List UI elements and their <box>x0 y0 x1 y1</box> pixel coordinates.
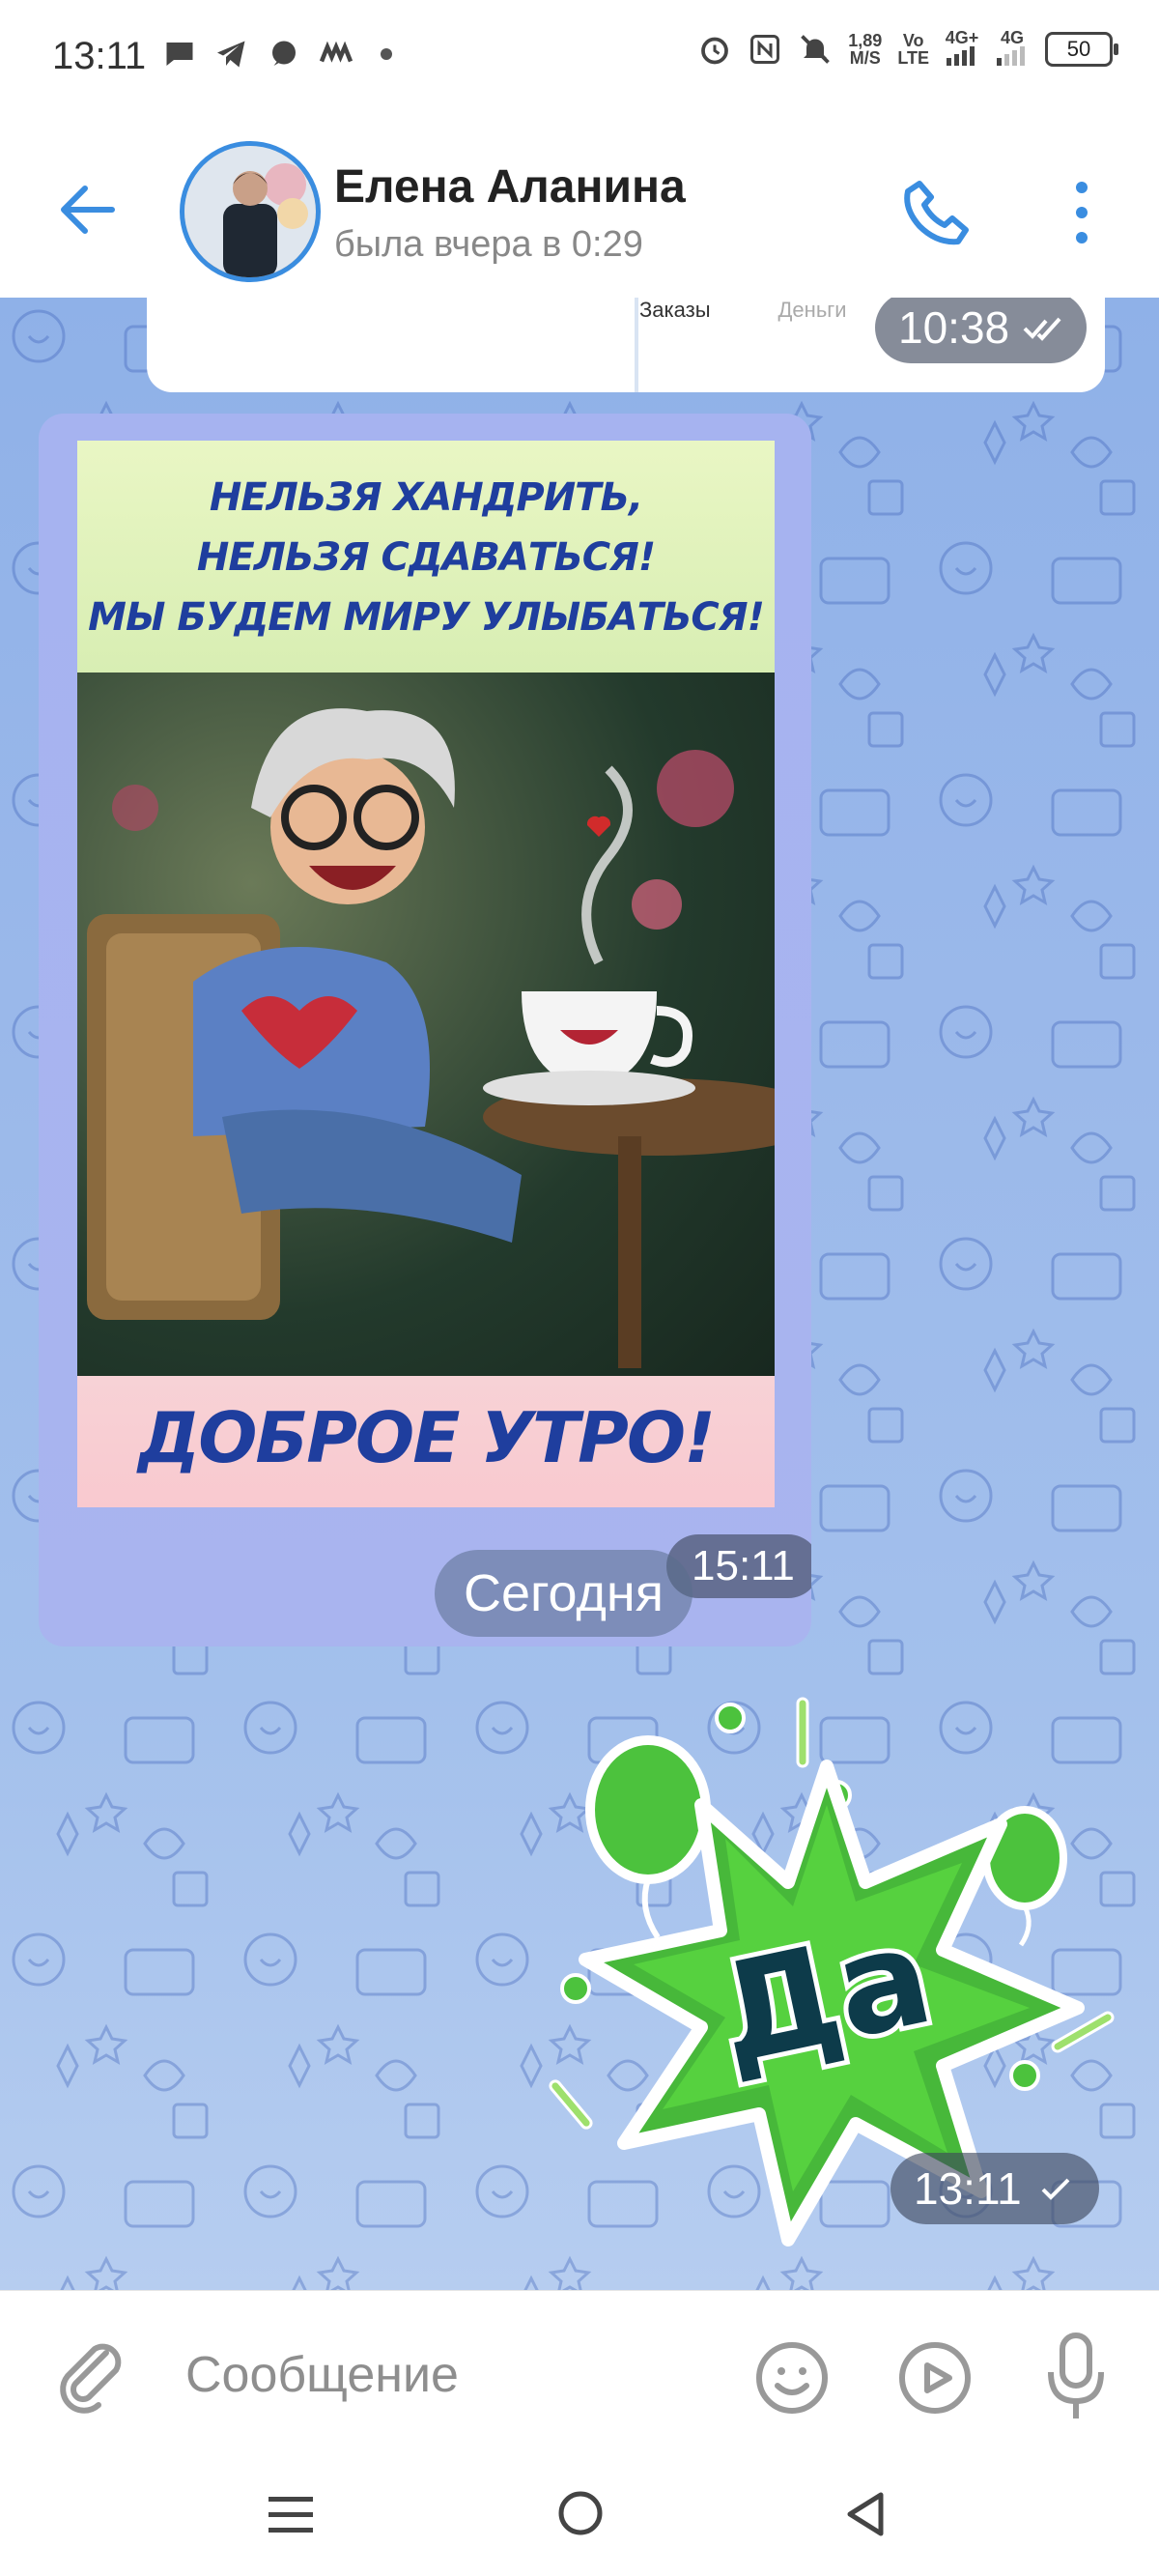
paperclip-icon[interactable] <box>52 2333 133 2415</box>
back-arrow-icon[interactable] <box>54 176 122 243</box>
telegram-icon <box>217 41 245 68</box>
signal-2-label: 4G <box>1000 28 1024 47</box>
chat-bubble-icon <box>272 41 296 66</box>
postcard-line-2: НЕЛЬЗЯ СДАВАТЬСЯ! <box>196 535 656 580</box>
volte-top: Vo <box>902 30 924 50</box>
double-check-icon <box>1023 317 1061 341</box>
volte-bottom: LTE <box>897 47 929 68</box>
status-bar: 13:11 1,89 M/S Vo LTE 4G+ 4G 50 <box>0 0 1159 116</box>
notification-icons <box>162 37 392 72</box>
message-time-prev-text: 10:38 <box>898 302 1010 353</box>
net-speed-value: 1,89 <box>848 30 883 50</box>
signal-1-icon <box>947 46 975 66</box>
signal-2-icon <box>997 46 1025 66</box>
screenshot-tab-money: Деньги <box>777 298 847 322</box>
home-icon[interactable] <box>556 2489 605 2537</box>
signal-2: 4G <box>995 29 1030 69</box>
screenshot-tab-orders: Заказы <box>639 298 711 322</box>
volte-indicator: Vo LTE <box>897 32 929 67</box>
contact-name[interactable]: Елена Аланина <box>334 160 686 214</box>
avatar-photo <box>184 146 316 277</box>
screenshot-tabs: Заказы Деньги <box>639 298 847 323</box>
chat-area[interactable]: Заказы Деньги 10:38 НЕЛЬЗЯ ХАНДРИТЬ, НЕЛ… <box>0 298 1159 2290</box>
single-check-icon <box>1041 2178 1070 2200</box>
signal-1-label: 4G+ <box>945 28 979 47</box>
date-separator: Сегодня <box>435 1550 693 1637</box>
contact-last-seen: была вчера в 0:29 <box>334 224 643 265</box>
postcard-greeting: ДОБРОЕ УТРО! <box>138 1397 716 1478</box>
nfc-icon <box>750 34 780 64</box>
status-time: 13:11 <box>52 35 147 77</box>
grandma-coffee-illustration <box>87 708 775 1368</box>
postcard-illustration <box>77 673 775 1376</box>
microphone-icon[interactable] <box>1041 2330 1111 2422</box>
mute-icon <box>801 34 831 64</box>
postcard-line-3: МЫ БУДЕМ МИРУ УЛЫБАТЬСЯ! <box>88 595 765 640</box>
chat-header: Елена Аланина была вчера в 0:29 <box>0 116 1159 299</box>
message-composer <box>0 2290 1159 2455</box>
net-speed: 1,89 M/S <box>848 32 882 67</box>
more-notifications-dot <box>381 48 392 60</box>
image-message[interactable]: НЕЛЬЗЯ ХАНДРИТЬ, НЕЛЬЗЯ СДАВАТЬСЯ! МЫ БУ… <box>39 414 811 1646</box>
emoji-icon[interactable] <box>753 2339 831 2417</box>
more-options-icon[interactable] <box>1062 174 1101 251</box>
message-time-sticker: 13:11 <box>890 2153 1099 2224</box>
video-message-icon[interactable] <box>896 2339 974 2417</box>
mm-app-icon <box>319 41 353 63</box>
back-triangle-icon[interactable] <box>842 2489 890 2539</box>
message-notification-icon <box>166 43 193 66</box>
net-speed-unit: M/S <box>849 47 881 68</box>
postcard-caption: НЕЛЬЗЯ ХАНДРИТЬ, НЕЛЬЗЯ СДАВАТЬСЯ! МЫ БУ… <box>77 468 775 647</box>
postcard-bottom-band: ДОБРОЕ УТРО! <box>77 1376 775 1507</box>
postcard-image: НЕЛЬЗЯ ХАНДРИТЬ, НЕЛЬЗЯ СДАВАТЬСЯ! МЫ БУ… <box>77 441 775 1507</box>
alarm-icon <box>701 37 729 64</box>
recent-apps-icon[interactable] <box>267 2493 315 2537</box>
system-navigation-bar <box>0 2454 1159 2576</box>
message-time-prev: 10:38 <box>875 298 1088 363</box>
avatar[interactable] <box>180 141 321 282</box>
phone-call-icon[interactable] <box>898 174 975 251</box>
message-input[interactable] <box>184 2339 728 2411</box>
battery-icon: 50 <box>1045 31 1118 67</box>
image-divider <box>635 298 638 392</box>
signal-1: 4G+ <box>945 29 979 69</box>
postcard-line-1: НЕЛЬЗЯ ХАНДРИТЬ, <box>209 475 643 520</box>
message-time-sticker-text: 13:11 <box>914 2163 1022 2214</box>
postcard-top-band: НЕЛЬЗЯ ХАНДРИТЬ, НЕЛЬЗЯ СДАВАТЬСЯ! МЫ БУ… <box>77 441 775 673</box>
status-right: 1,89 M/S Vo LTE 4G+ 4G 50 <box>697 29 1118 69</box>
